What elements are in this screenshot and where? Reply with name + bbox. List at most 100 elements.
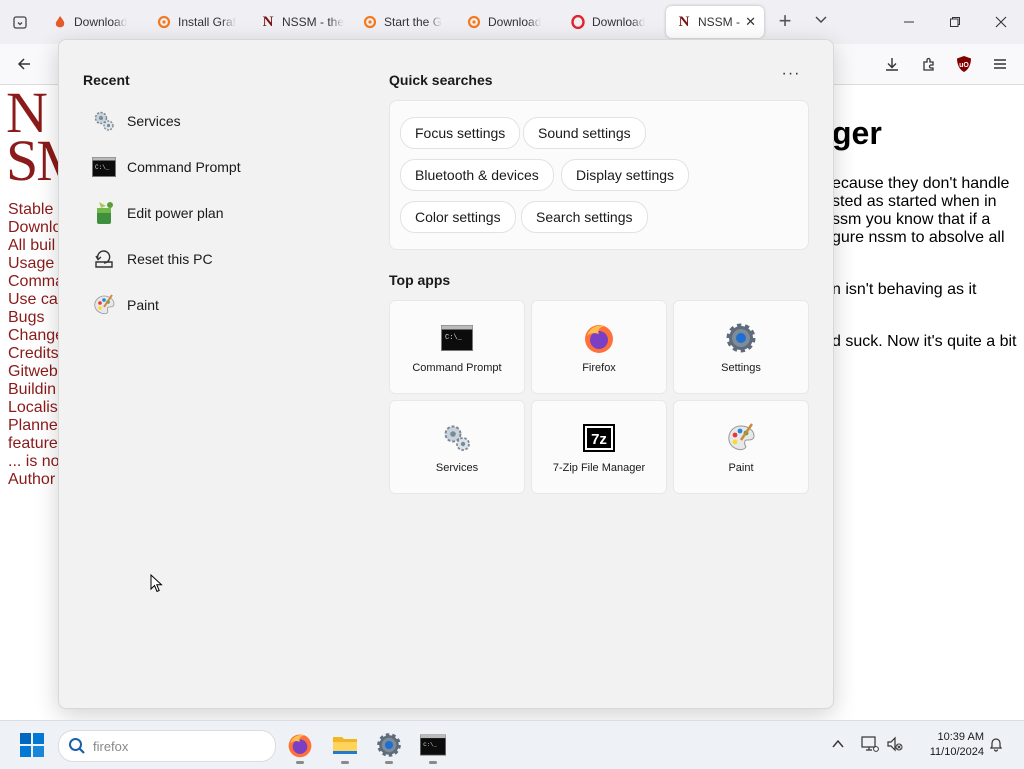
7zip-icon: 7z [581,420,617,456]
sidebar-link[interactable]: Localis [8,399,64,417]
recent-item-label: Command Prompt [127,159,241,175]
tab-list-icon [13,16,27,29]
show-hidden-icons-button[interactable] [827,733,849,755]
clock-time: 10:39 AM [937,731,984,743]
services-gears-icon [439,420,475,456]
close-tab-icon[interactable]: ✕ [745,14,756,30]
tab-title: Download [488,15,542,29]
extensions-button[interactable] [917,52,941,76]
reset-pc-icon [91,246,117,272]
volume-tray-button[interactable] [884,733,906,755]
taskbar-search-box[interactable] [58,730,276,762]
svg-text:7z: 7z [591,431,607,448]
restore-button[interactable] [943,10,967,34]
downloads-button[interactable] [880,52,904,76]
sidebar-link[interactable]: Planne [8,417,64,435]
nssm-n-icon: N [678,13,690,30]
list-all-tabs-button[interactable] [6,8,34,36]
sidebar-link[interactable]: All buil [8,237,64,255]
taskbar-app-settings[interactable] [374,729,404,764]
running-indicator [341,761,349,764]
taskbar-app-firefox[interactable] [285,729,315,764]
speaker-muted-icon [887,736,903,752]
back-button[interactable] [12,52,36,76]
quick-search-chip[interactable]: Search settings [521,201,648,233]
quick-search-chip[interactable]: Sound settings [523,117,646,149]
network-tray-button[interactable] [859,733,881,755]
quick-search-chip[interactable]: Display settings [561,159,690,191]
sidebar-link[interactable]: Comma [8,273,64,291]
sidebar-link[interactable]: Change [8,327,64,345]
app-tile-label: Settings [721,362,761,374]
svg-text:C:\_: C:\_ [95,164,110,171]
new-tab-button[interactable]: + [772,10,798,34]
quick-search-chip[interactable]: Focus settings [400,117,521,149]
top-app-services[interactable]: Services [389,400,525,494]
recent-item-services[interactable]: Services [91,101,351,141]
more-options-button[interactable]: ··· [781,66,801,88]
grafana-icon [466,14,482,30]
browser-tab[interactable]: Download [570,6,660,38]
notifications-button[interactable] [985,733,1007,755]
sidebar-link[interactable]: Use ca [8,291,64,309]
browser-tab[interactable]: Install Graf [156,6,250,38]
sidebar-link[interactable]: Usage [8,255,64,273]
mouse-pointer-icon [150,574,163,593]
taskbar-app-file-explorer[interactable] [330,729,360,764]
app-tile-label: Firefox [582,362,616,374]
top-app-7zip[interactable]: 7z 7-Zip File Manager [531,400,667,494]
start-button[interactable] [20,733,44,757]
recent-item-paint[interactable]: Paint [91,285,351,325]
sidebar-link[interactable]: Credits [8,345,64,363]
top-app-firefox[interactable]: Firefox [531,300,667,394]
top-app-command-prompt[interactable]: C:\_ Command Prompt [389,300,525,394]
sidebar-link[interactable]: Author [8,471,64,489]
search-input[interactable] [93,736,263,756]
svg-text:C:\_: C:\_ [423,741,437,748]
browser-tab-active[interactable]: N NSSM - ✕ [666,6,764,38]
firefox-icon [581,320,617,356]
page-paragraph-line: n isn't behaving as it [832,281,977,298]
sidebar-link[interactable]: Downlo [8,219,64,237]
download-icon [886,58,898,71]
close-window-button[interactable] [989,10,1013,34]
grafana-icon [362,14,378,30]
top-apps-title: Top apps [389,272,451,288]
opera-icon [570,14,586,30]
sidebar-link[interactable]: ... is no [8,453,64,471]
page-paragraph-line: d suck. Now it's quite a bit [832,333,1017,350]
tab-overflow-button[interactable] [814,12,836,34]
power-plan-icon [91,200,117,226]
recent-item-reset-this-pc[interactable]: Reset this PC [91,239,351,279]
quick-search-chip[interactable]: Bluetooth & devices [400,159,554,191]
recent-item-command-prompt[interactable]: C:\_ Command Prompt [91,147,351,187]
browser-tab[interactable]: Download [466,6,558,38]
svg-text:uO: uO [959,62,969,69]
command-prompt-icon: C:\_ [91,154,117,180]
sidebar-link[interactable]: feature [8,435,64,453]
page-paragraph-line: gure nssm to absolve all [832,229,1005,246]
minimize-button[interactable] [897,10,921,34]
sidebar-link[interactable]: Gitweb [8,363,64,381]
sidebar-link[interactable]: Stable [8,201,64,219]
browser-tab[interactable]: Start the G [362,6,454,38]
puzzle-piece-icon [923,57,934,71]
ublock-origin-button[interactable]: uO [952,52,976,76]
sidebar-link[interactable]: Bugs [8,309,64,327]
top-app-paint[interactable]: Paint [673,400,809,494]
browser-tab[interactable]: N NSSM - the [260,6,350,38]
sidebar-link[interactable]: Buildin [8,381,64,399]
page-paragraph-line: ecause they don't handle [832,175,1010,192]
browser-tab[interactable]: Download [52,6,142,38]
top-app-settings[interactable]: Settings [673,300,809,394]
menu-button[interactable] [988,52,1012,76]
recent-item-edit-power-plan[interactable]: Edit power plan [91,193,351,233]
settings-gear-icon [723,320,759,356]
quick-search-chip[interactable]: Color settings [400,201,516,233]
nssm-n-icon: N [262,13,274,30]
system-clock[interactable]: 10:39 AM 11/10/2024 [912,730,984,760]
quick-searches-panel: Focus settings Sound settings Bluetooth … [389,100,809,250]
taskbar-app-command-prompt[interactable]: C:\_ [418,729,448,764]
restore-icon [950,17,960,27]
tab-title: Install Graf [178,15,237,29]
